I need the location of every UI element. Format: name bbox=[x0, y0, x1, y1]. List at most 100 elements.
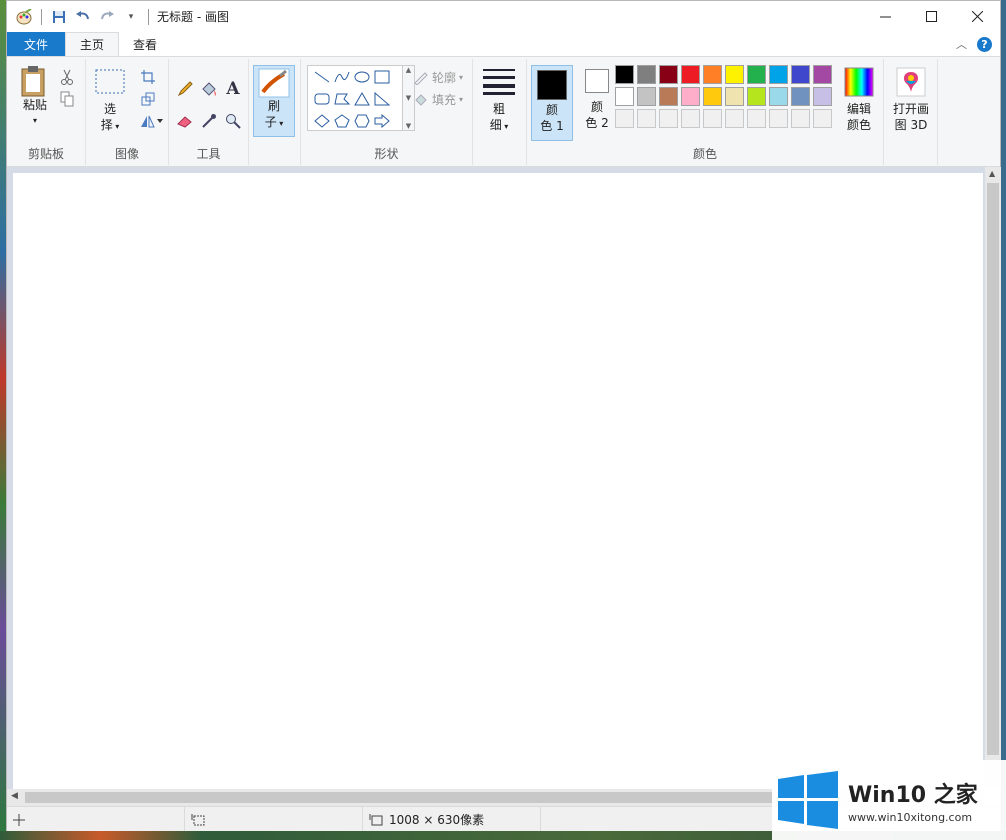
collapse-ribbon-icon[interactable]: ︿ bbox=[956, 36, 967, 52]
copy-icon[interactable] bbox=[57, 89, 77, 109]
color-swatch[interactable] bbox=[681, 87, 700, 106]
color-swatch[interactable] bbox=[615, 65, 634, 84]
rotate-icon[interactable] bbox=[138, 111, 164, 131]
vertical-scrollbar[interactable]: ▲ bbox=[985, 167, 1001, 789]
text-tool-icon[interactable]: A bbox=[223, 79, 243, 99]
outline-button[interactable]: 轮廓 ▾ bbox=[413, 69, 463, 86]
color-swatch[interactable] bbox=[769, 65, 788, 84]
color-swatch[interactable] bbox=[703, 87, 722, 106]
select-button[interactable]: 选 择 ▾ bbox=[92, 69, 128, 135]
oval-shape-icon[interactable] bbox=[352, 66, 372, 88]
scroll-up-icon[interactable]: ▲ bbox=[406, 66, 411, 74]
color-swatch[interactable] bbox=[703, 65, 722, 84]
hexagon-shape-icon[interactable] bbox=[352, 110, 372, 132]
windows-logo-icon bbox=[778, 771, 838, 829]
expand-gallery-icon[interactable]: ▼ bbox=[406, 122, 411, 130]
triangle-shape-icon[interactable] bbox=[352, 88, 372, 110]
rounded-rectangle-shape-icon[interactable] bbox=[312, 88, 332, 110]
color-swatch[interactable] bbox=[615, 109, 634, 128]
color2-label-1: 颜 bbox=[590, 100, 603, 114]
help-icon[interactable]: ? bbox=[977, 36, 992, 52]
color-swatch[interactable] bbox=[791, 87, 810, 106]
maximize-button[interactable] bbox=[908, 1, 954, 32]
group-clipboard: 粘贴 ▾ 剪贴板 bbox=[7, 59, 86, 165]
color-swatch[interactable] bbox=[659, 87, 678, 106]
color-swatch[interactable] bbox=[637, 87, 656, 106]
canvas-size-text: 1008 × 630像素 bbox=[389, 813, 485, 827]
edit-colors-button[interactable]: 编辑 颜色 bbox=[837, 67, 881, 133]
color-swatch[interactable] bbox=[725, 109, 744, 128]
color1-button[interactable]: 颜 色 1 bbox=[531, 65, 573, 141]
size-button[interactable]: 粗 细 ▾ bbox=[481, 67, 517, 135]
fill-bucket-icon[interactable] bbox=[199, 79, 219, 99]
color-swatch[interactable] bbox=[725, 65, 744, 84]
color-swatch[interactable] bbox=[769, 87, 788, 106]
color-swatch[interactable] bbox=[813, 87, 832, 106]
customize-qat-icon[interactable]: ▾ bbox=[122, 8, 140, 26]
tab-home[interactable]: 主页 bbox=[65, 32, 120, 56]
rectangle-shape-icon[interactable] bbox=[372, 66, 392, 88]
open-paint3d-button[interactable]: 打开画 图 3D bbox=[886, 67, 936, 133]
select-label-1: 选 bbox=[103, 102, 116, 116]
color-swatch[interactable] bbox=[747, 87, 766, 106]
scroll-down-icon[interactable]: ▼ bbox=[406, 94, 411, 102]
tab-file[interactable]: 文件 bbox=[7, 32, 65, 56]
arrow-shape-icon[interactable] bbox=[372, 110, 392, 132]
color2-button[interactable]: 颜 色 2 bbox=[577, 69, 617, 131]
paint-app-icon[interactable] bbox=[15, 8, 33, 26]
tab-view[interactable]: 查看 bbox=[119, 32, 171, 56]
undo-icon[interactable] bbox=[74, 8, 92, 26]
size-label-1: 粗 bbox=[492, 102, 505, 116]
fill-icon bbox=[415, 93, 427, 106]
canvas-size-cell: 1008 × 630像素 bbox=[363, 806, 541, 833]
color-swatch[interactable] bbox=[813, 109, 832, 128]
color-picker-icon[interactable] bbox=[199, 111, 219, 131]
close-button[interactable] bbox=[954, 1, 1000, 32]
color-swatch[interactable] bbox=[769, 109, 788, 128]
fill-label: 填充 bbox=[432, 93, 457, 107]
color-swatch[interactable] bbox=[791, 65, 810, 84]
group-label-shapes: 形状 bbox=[374, 147, 399, 161]
vertical-scroll-thumb[interactable] bbox=[987, 183, 999, 755]
paste-button[interactable]: 粘贴 ▾ bbox=[15, 65, 55, 129]
eraser-icon[interactable] bbox=[175, 111, 195, 131]
window-title: 无标题 - 画图 bbox=[157, 10, 229, 24]
right-triangle-shape-icon[interactable] bbox=[372, 88, 392, 110]
color-swatch[interactable] bbox=[637, 109, 656, 128]
color-swatch[interactable] bbox=[637, 65, 656, 84]
color-swatch[interactable] bbox=[725, 87, 744, 106]
color-swatch[interactable] bbox=[791, 109, 810, 128]
minimize-button[interactable] bbox=[862, 1, 908, 32]
horizontal-scroll-thumb[interactable] bbox=[25, 792, 775, 803]
color-swatch[interactable] bbox=[681, 109, 700, 128]
selection-size-icon bbox=[191, 813, 205, 825]
scroll-up-arrow-icon[interactable]: ▲ bbox=[989, 169, 995, 178]
edit-colors-label-2: 颜色 bbox=[846, 118, 871, 132]
curve-shape-icon[interactable] bbox=[332, 66, 352, 88]
color-swatch[interactable] bbox=[681, 65, 700, 84]
line-shape-icon[interactable] bbox=[312, 66, 332, 88]
color-swatch[interactable] bbox=[747, 65, 766, 84]
resize-icon[interactable] bbox=[138, 89, 158, 109]
redo-icon[interactable] bbox=[98, 8, 116, 26]
color-swatch[interactable] bbox=[813, 65, 832, 84]
brushes-label-2: 子 ▾ bbox=[264, 115, 284, 129]
brushes-button[interactable]: 刷 子 ▾ bbox=[253, 65, 295, 137]
color-swatch[interactable] bbox=[747, 109, 766, 128]
color-swatch[interactable] bbox=[659, 109, 678, 128]
group-tools: A 工具 bbox=[169, 59, 249, 165]
polygon-shape-icon[interactable] bbox=[332, 88, 352, 110]
pentagon-shape-icon[interactable] bbox=[332, 110, 352, 132]
magnifier-icon[interactable] bbox=[223, 111, 243, 131]
color-swatch[interactable] bbox=[659, 65, 678, 84]
drawing-canvas[interactable] bbox=[13, 173, 983, 789]
fill-button[interactable]: 填充 ▾ bbox=[413, 91, 463, 108]
cut-icon[interactable] bbox=[57, 67, 77, 87]
scroll-left-arrow-icon[interactable]: ◀ bbox=[11, 791, 18, 801]
crop-icon[interactable] bbox=[138, 67, 158, 87]
diamond-shape-icon[interactable] bbox=[312, 110, 332, 132]
pencil-icon[interactable] bbox=[175, 79, 195, 99]
color-swatch[interactable] bbox=[615, 87, 634, 106]
save-icon[interactable] bbox=[50, 8, 68, 26]
color-swatch[interactable] bbox=[703, 109, 722, 128]
